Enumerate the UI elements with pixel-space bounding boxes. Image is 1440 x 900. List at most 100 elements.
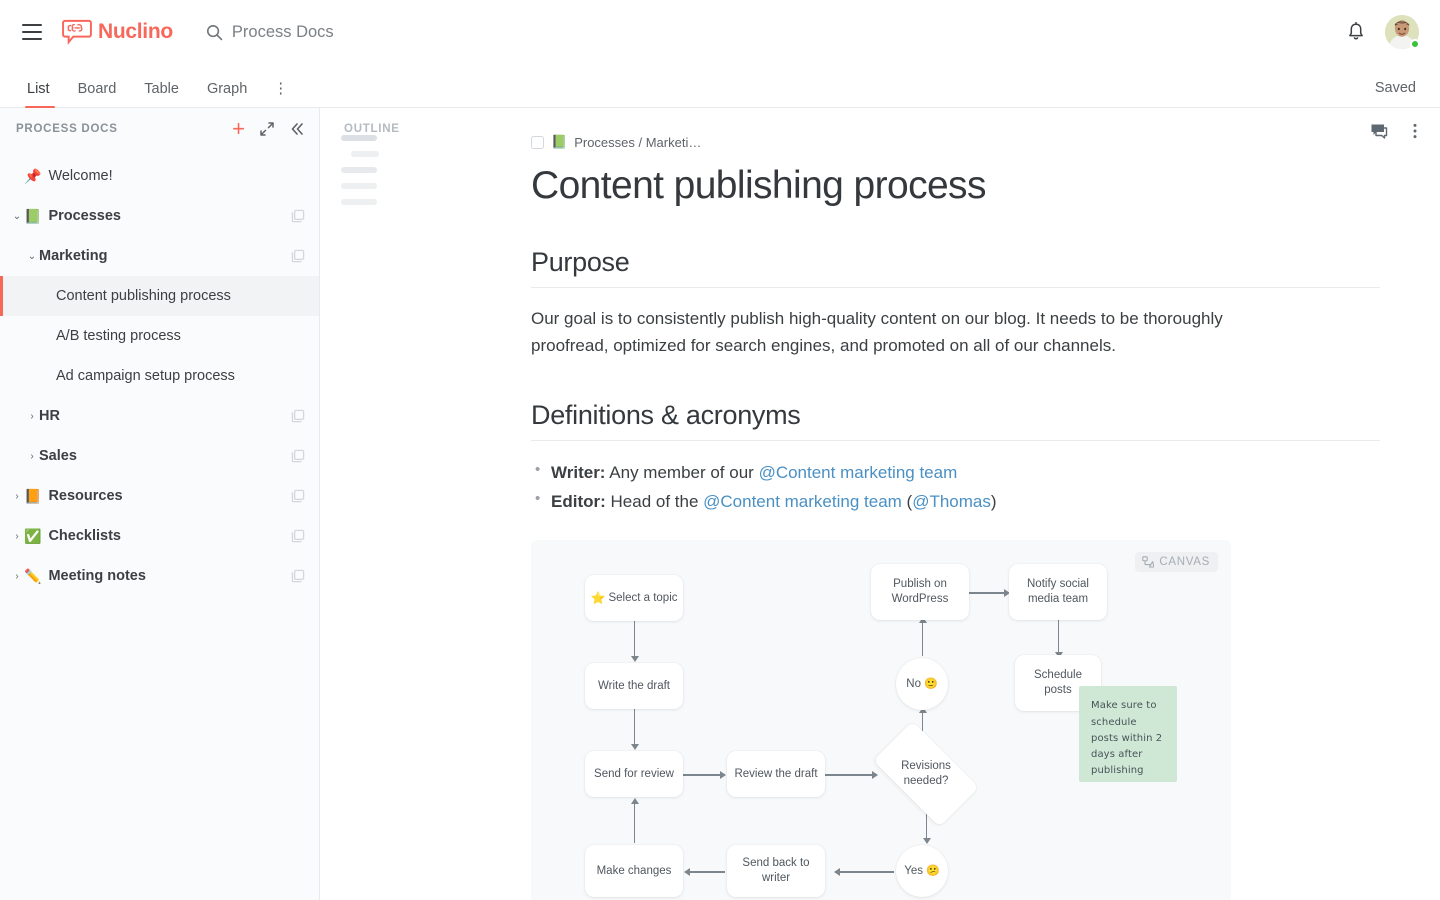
duplicate-icon[interactable] [291, 209, 305, 223]
top-bar-right [1345, 15, 1440, 49]
sidebar-item-meeting-notes[interactable]: › ✏️ Meeting notes [0, 556, 319, 596]
tab-board[interactable]: Board [64, 81, 131, 108]
outline-bar [341, 167, 377, 173]
list-item: Editor: Head of the @Content marketing t… [531, 486, 1380, 516]
purpose-paragraph: Our goal is to consistently publish high… [531, 308, 1223, 356]
sidebar: PROCESS DOCS + 📌 Welcome! ⌄ 📗 Processes ⌄ Mark… [0, 108, 320, 900]
canvas-node-no[interactable]: No 🙂 [896, 658, 948, 711]
hamburger-menu-icon[interactable] [22, 24, 42, 40]
canvas-arrowhead [922, 838, 931, 845]
canvas-arrowhead [684, 868, 690, 877]
expand-caret-icon[interactable]: › [10, 531, 24, 542]
item-emoji-icon: ✅ [24, 527, 42, 544]
canvas-node-changes[interactable]: Make changes [585, 845, 683, 898]
definition-pre-editor: Head of the [605, 492, 704, 512]
list-item: Writer: Any member of our @Content marke… [531, 457, 1380, 487]
nuclino-logo[interactable]: Nuclino [62, 19, 173, 45]
outline-bar [351, 151, 379, 157]
canvas-edge [634, 709, 636, 746]
outline-title: OUTLINE [344, 123, 400, 135]
expand-caret-icon[interactable]: › [25, 411, 39, 422]
duplicate-icon[interactable] [291, 409, 305, 423]
star-icon: ⭐ [590, 591, 606, 606]
sidebar-item-processes[interactable]: ⌄ 📗 Processes [0, 196, 319, 236]
sidebar-item-a-b-testing-process[interactable]: A/B testing process [0, 316, 319, 356]
outline-bar [341, 183, 377, 189]
canvas-node-sendback[interactable]: Send back to writer [727, 845, 825, 898]
canvas-edge [969, 592, 1005, 594]
canvas-node-label: Publish on WordPress [891, 577, 949, 606]
bell-icon[interactable] [1345, 21, 1367, 43]
expand-caret-icon[interactable]: › [10, 571, 24, 582]
sidebar-item-resources[interactable]: › 📙 Resources [0, 476, 319, 516]
sidebar-item-ad-campaign-setup-process[interactable]: Ad campaign setup process [0, 356, 319, 396]
canvas-node-publish[interactable]: Publish on WordPress [871, 564, 969, 621]
sidebar-item-sales[interactable]: › Sales [0, 436, 319, 476]
duplicate-icon[interactable] [291, 449, 305, 463]
canvas-embed[interactable]: CANVAS ⭐ Select a topic Write the draft Sen… [531, 540, 1231, 900]
avatar[interactable] [1385, 15, 1420, 49]
sidebar-item-label: Ad campaign setup process [56, 368, 235, 384]
breadcrumb-book-icon: 📗 [551, 134, 568, 149]
emoji-icon: 🙂 [924, 677, 938, 690]
expand-caret-icon[interactable]: › [25, 451, 39, 462]
search-input[interactable]: Process Docs [206, 23, 334, 42]
more-vertical-icon[interactable] [1406, 122, 1424, 140]
sidebar-item-label: HR [39, 408, 60, 424]
sidebar-item-label: Resources [48, 488, 123, 504]
document-checkbox[interactable] [531, 135, 544, 149]
canvas-node-label: Write the draft [597, 679, 670, 692]
sidebar-item-list: 📌 Welcome! ⌄ 📗 Processes ⌄ Marketing Content pu… [0, 150, 319, 596]
canvas-edge [922, 622, 924, 657]
sticky-note[interactable]: Make sure to schedule posts within 2 day… [1079, 686, 1177, 783]
page-title: Content publishing process [531, 164, 986, 207]
canvas-node-write[interactable]: Write the draft [585, 663, 683, 710]
sidebar-item-welcome[interactable]: 📌 Welcome! [0, 156, 319, 196]
canvas-node-notify[interactable]: Notify social media team [1009, 564, 1107, 621]
outline-bar [341, 199, 377, 205]
definition-post-editor: ( [901, 492, 913, 512]
canvas-node-send[interactable]: Send for review [585, 751, 683, 798]
canvas-node-revision[interactable]: Revisions needed? [872, 721, 980, 828]
sidebar-item-label: Marketing [39, 248, 108, 264]
outline-panel: OUTLINE [320, 108, 520, 900]
expand-icon[interactable] [259, 121, 275, 137]
tabs-more-icon[interactable]: ⋮ [261, 81, 300, 107]
save-status: Saved [1374, 80, 1416, 96]
canvas-edge [634, 621, 636, 658]
mention-content-marketing-team-2[interactable]: @Content marketing team [703, 492, 902, 511]
mention-thomas[interactable]: @Thomas [912, 492, 991, 511]
definition-term-writer: Writer: [551, 462, 606, 482]
duplicate-icon[interactable] [291, 529, 305, 543]
duplicate-icon[interactable] [291, 569, 305, 583]
mention-content-marketing-team[interactable]: @Content marketing team [759, 463, 958, 482]
canvas-badge[interactable]: CANVAS [1135, 552, 1218, 573]
tab-table[interactable]: Table [130, 81, 193, 108]
canvas-node-label: Make changes [596, 864, 672, 877]
breadcrumb[interactable]: 📗 Processes / Marketi… [531, 134, 1380, 150]
comment-icon[interactable] [1370, 122, 1388, 140]
tab-graph[interactable]: Graph [193, 81, 261, 108]
sidebar-item-checklists[interactable]: › ✅ Checklists [0, 516, 319, 556]
canvas-badge-label: CANVAS [1159, 556, 1210, 569]
sidebar-item-label: Welcome! [48, 168, 113, 184]
canvas-node-select[interactable]: ⭐ Select a topic [585, 575, 683, 622]
section-heading-purpose: Purpose [531, 247, 1380, 288]
duplicate-icon[interactable] [291, 489, 305, 503]
canvas-node-review[interactable]: Review the draft [727, 751, 825, 798]
expand-caret-icon[interactable]: › [10, 491, 24, 502]
search-icon [206, 24, 223, 40]
tab-list[interactable]: List [22, 81, 64, 108]
sidebar-item-marketing[interactable]: ⌄ Marketing [0, 236, 319, 276]
sidebar-item-hr[interactable]: › HR [0, 396, 319, 436]
duplicate-icon[interactable] [291, 249, 305, 263]
expand-caret-icon[interactable]: ⌄ [25, 251, 39, 262]
expand-caret-icon[interactable]: ⌄ [10, 211, 24, 222]
canvas-node-yes[interactable]: Yes 😕 [896, 845, 948, 898]
sidebar-item-label: Sales [39, 448, 77, 464]
add-item-button[interactable]: + [232, 118, 245, 140]
collapse-sidebar-icon[interactable] [289, 121, 305, 137]
sidebar-item-content-publishing-process[interactable]: Content publishing process [0, 276, 319, 316]
view-tabs: List Board Table Graph ⋮ [0, 63, 300, 108]
logo-text: Nuclino [98, 20, 173, 43]
